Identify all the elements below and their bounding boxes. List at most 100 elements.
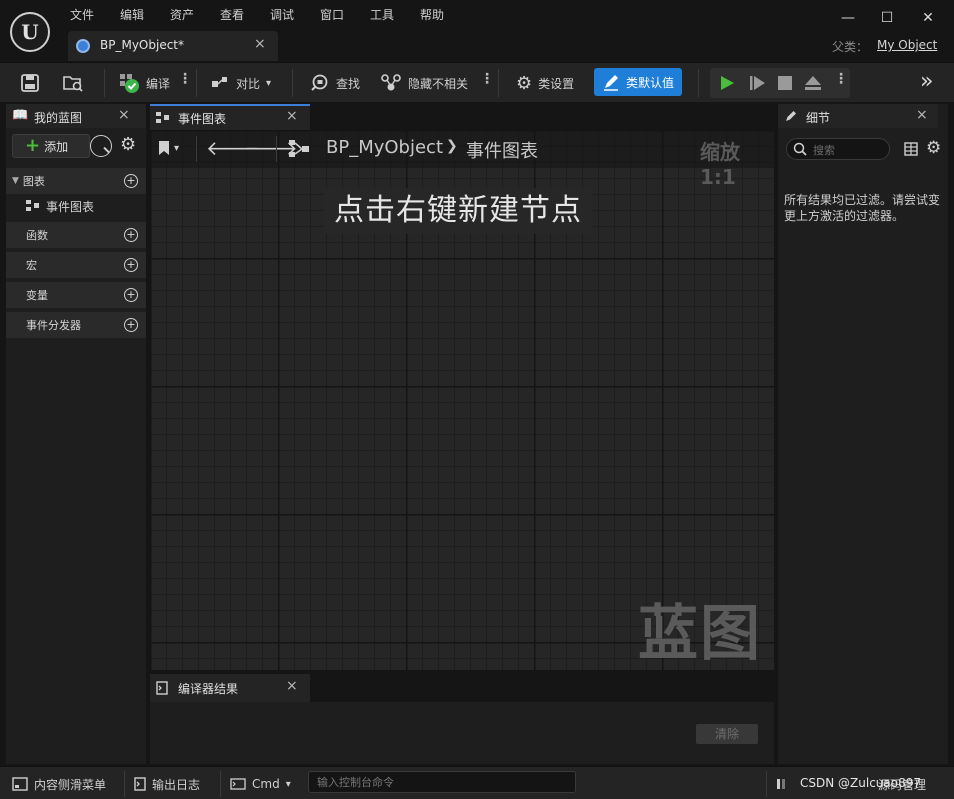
compile-button[interactable]: 编译	[114, 68, 174, 98]
tab-details-close-icon[interactable]: ×	[916, 107, 928, 123]
play-icon	[721, 76, 734, 90]
save-button[interactable]	[16, 68, 44, 98]
compile-options-icon[interactable]: ⋮	[178, 71, 192, 87]
menu-edit[interactable]: 编辑	[120, 6, 144, 24]
chevron-down-icon: ▾	[266, 77, 272, 89]
my-blueprint-close-icon[interactable]: ×	[118, 107, 130, 123]
parent-class-label: 父类：	[832, 40, 869, 54]
unreal-logo-icon[interactable]: U	[10, 12, 50, 52]
close-window-button[interactable]: ✕	[918, 8, 938, 28]
more-options-icon[interactable]: ⋮	[480, 71, 494, 87]
menu-debug[interactable]: 调试	[270, 6, 294, 24]
menu-file[interactable]: 文件	[70, 6, 94, 24]
category-functions-label: 函数	[26, 229, 48, 242]
toolbar-separator	[498, 69, 499, 97]
document-tab[interactable]: BP_MyObject* ×	[68, 31, 278, 61]
category-event-dispatchers[interactable]: 事件分发器 +	[6, 312, 146, 338]
list-item-event-graph[interactable]: 事件图表	[6, 194, 146, 218]
menu-window[interactable]: 窗口	[320, 6, 344, 24]
menu-help[interactable]: 帮助	[420, 6, 444, 24]
stop-icon	[778, 76, 792, 90]
status-separator	[766, 771, 767, 797]
toolbar-separator	[104, 69, 105, 97]
toolbar-overflow-icon[interactable]: »	[920, 69, 933, 94]
add-function-icon[interactable]: +	[124, 228, 138, 242]
terminal-icon	[230, 778, 246, 790]
output-log-button[interactable]: 输出日志	[134, 773, 200, 795]
add-event-dispatcher-icon[interactable]: +	[124, 318, 138, 332]
graph-hierarchy-icon	[289, 140, 309, 157]
add-macro-icon[interactable]: +	[124, 258, 138, 272]
my-blueprint-tab[interactable]: 📖 我的蓝图 ×	[6, 104, 146, 128]
diff-icon	[212, 77, 227, 87]
add-variable-icon[interactable]: +	[124, 288, 138, 302]
category-macros[interactable]: 宏 +	[6, 252, 146, 278]
diff-button[interactable]: 对比 ▾	[206, 68, 275, 98]
minimize-button[interactable]: —	[838, 8, 858, 28]
source-control-icon	[777, 779, 785, 789]
settings-gear-icon[interactable]: ⚙	[120, 134, 136, 155]
details-panel: 细节 × 搜索 ⚙ 所有结果均已过滤。请尝试变更上方激活的过滤器。	[778, 104, 948, 764]
graph-tab-bar: 事件图表 ×	[150, 104, 774, 130]
content-drawer-icon	[12, 777, 28, 791]
hide-unrelated-icon	[381, 74, 401, 91]
tab-compiler-results[interactable]: 编译器结果 ×	[150, 674, 310, 702]
browse-button[interactable]	[58, 68, 88, 98]
cmd-selector[interactable]: Cmd ▾	[230, 773, 291, 795]
maximize-button[interactable]: ☐	[877, 8, 897, 28]
graph-canvas[interactable]: ▾ 🡐 🡒 BP_MyObject ❯ 事件图表 缩放1:1 点击右键新建节点 …	[150, 130, 774, 670]
console-command-input[interactable]	[308, 771, 576, 793]
details-pencil-icon	[786, 111, 796, 121]
menu-view[interactable]: 查看	[220, 6, 244, 24]
search-icon[interactable]	[90, 135, 112, 157]
clear-button[interactable]: 清除	[696, 724, 758, 744]
play-options-icon[interactable]: ⋮	[834, 71, 848, 87]
add-button[interactable]: + 添加	[12, 134, 90, 158]
find-button[interactable]: 查找	[306, 68, 364, 98]
content-drawer-button[interactable]: 内容侧滑菜单	[12, 773, 106, 795]
tab-event-graph[interactable]: 事件图表 ×	[150, 104, 310, 130]
tab-compiler-results-close-icon[interactable]: ×	[286, 678, 298, 694]
category-variables[interactable]: 变量 +	[6, 282, 146, 308]
tab-event-graph-close-icon[interactable]: ×	[286, 108, 298, 124]
status-separator	[124, 771, 125, 797]
class-settings-button[interactable]: ⚙ 类设置	[512, 68, 578, 98]
details-search-field[interactable]: 搜索	[786, 138, 890, 160]
menu-asset[interactable]: 资产	[170, 6, 194, 24]
category-graphs-label: 图表	[22, 175, 45, 188]
parent-class-link[interactable]: My Object	[877, 38, 937, 52]
graph-nav-bar: ▾ 🡐 🡒 BP_MyObject ❯ 事件图表 缩放1:1	[150, 130, 774, 189]
source-control-label-wrap: 源码管理 CSDN @Zulcuao897	[796, 774, 946, 794]
breadcrumb-root[interactable]: BP_MyObject	[326, 137, 443, 158]
add-graph-icon[interactable]: +	[124, 174, 138, 188]
bookmark-button[interactable]: ▾	[158, 140, 179, 156]
toolbar: 编译 ⋮ 对比 ▾ 查找 隐藏不相关 ⋮ ⚙ 类设置 类默认值 ⋮ »	[0, 62, 954, 102]
stop-button[interactable]	[776, 74, 794, 92]
document-tab-close-icon[interactable]: ×	[254, 36, 266, 52]
class-settings-label: 类设置	[538, 76, 575, 91]
settings-gear-icon[interactable]: ⚙	[926, 138, 941, 158]
details-empty-message: 所有结果均已过滤。请尝试变更上方激活的过滤器。	[784, 193, 941, 223]
category-variables-label: 变量	[26, 289, 48, 302]
find-label: 查找	[336, 76, 361, 91]
tab-details[interactable]: 细节 ×	[778, 104, 938, 128]
table-view-icon[interactable]	[904, 142, 918, 156]
category-functions[interactable]: 函数 +	[6, 222, 146, 248]
compile-ok-icon	[120, 74, 139, 93]
compile-label: 编译	[146, 76, 171, 91]
breadcrumb-separator-icon: ❯	[446, 138, 458, 154]
my-blueprint-tab-label: 我的蓝图	[34, 111, 83, 125]
breadcrumb-current: 事件图表	[466, 141, 538, 162]
source-control-button[interactable]: 源码管理 CSDN @Zulcuao897	[776, 773, 946, 795]
play-button[interactable]	[718, 74, 736, 92]
nav-separator	[276, 136, 277, 162]
hide-unrelated-button[interactable]: 隐藏不相关	[376, 68, 472, 98]
menu-tools[interactable]: 工具	[370, 6, 394, 24]
eject-button[interactable]	[804, 74, 822, 92]
overlay-watermark-text: CSDN @Zulcuao897	[800, 776, 921, 790]
step-button[interactable]	[748, 74, 766, 92]
category-graphs[interactable]: ▼ 图表 +	[6, 168, 146, 194]
class-defaults-button[interactable]: 类默认值	[594, 68, 683, 96]
zoom-level: 缩放1:1	[700, 140, 740, 189]
cmd-label: Cmd	[252, 777, 280, 791]
